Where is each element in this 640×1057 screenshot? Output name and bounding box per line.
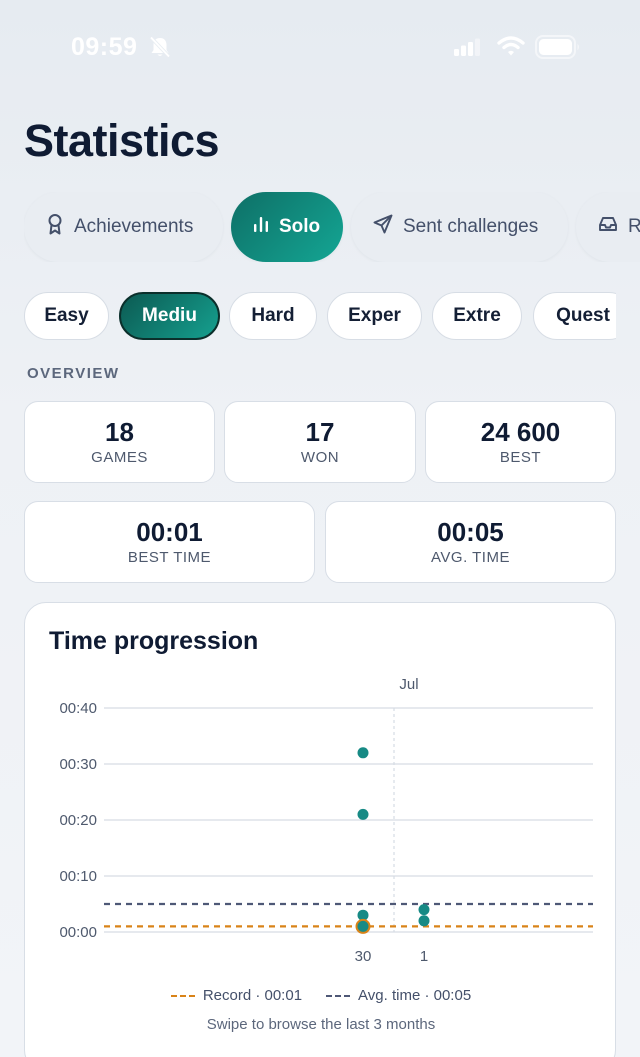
x-tick-label: 30 [355, 948, 372, 965]
data-point [418, 915, 430, 927]
level-extreme[interactable]: Extre [432, 292, 522, 340]
y-tick-label: 00:20 [59, 812, 97, 829]
tab-received[interactable]: Re [576, 192, 640, 262]
level-quest[interactable]: Quest [533, 292, 616, 340]
legend-record: Record · 00:01 [170, 987, 303, 1004]
status-bar: 09:59 [0, 0, 640, 95]
data-point [357, 747, 369, 759]
inbox-icon [598, 215, 618, 239]
legend-avg-label: Avg. time · 00:05 [358, 987, 472, 1004]
tab-solo[interactable]: Solo [231, 192, 343, 262]
level-easy[interactable]: Easy [24, 292, 109, 340]
data-point [418, 904, 430, 916]
month-label: Jul [399, 676, 418, 693]
stats-tabs: Achievements Solo Sent challenges R [24, 192, 640, 262]
stat-value: 00:05 [437, 516, 504, 547]
battery-icon [535, 35, 581, 64]
stat-avg-time: 00:05 AVG. TIME [325, 501, 616, 583]
overview-label: OVERVIEW [27, 365, 120, 382]
data-point [355, 918, 371, 934]
bell-off-icon [148, 36, 172, 63]
y-tick-label: 00:30 [59, 756, 97, 773]
tab-label: Solo [279, 216, 321, 237]
time-progression-card[interactable]: Time progression 00:00 00:10 00:20 00:30 00:… [24, 602, 616, 1057]
tab-label: Sent challenges [403, 216, 539, 237]
chart-legend: Record · 00:01 Avg. time · 00:05 [25, 987, 617, 1004]
signal-icon [454, 38, 480, 61]
stat-value: 24 600 [480, 416, 561, 447]
page-title: Statistics [24, 115, 220, 166]
level-medium[interactable]: Mediu [119, 292, 220, 340]
time-progression-chart[interactable]: 00:00 00:10 00:20 00:30 00:40 Jul 30 1 [25, 603, 617, 983]
tab-label: Achievements [74, 216, 194, 237]
send-icon [373, 214, 393, 240]
legend-record-label: Record · 00:01 [202, 987, 303, 1004]
difficulty-selector: Easy Mediu Hard Exper Extre Quest [24, 292, 616, 340]
tab-label: Re [628, 216, 640, 237]
wifi-icon [497, 35, 525, 62]
stat-label: WON [300, 449, 340, 467]
stat-label: GAMES [91, 449, 148, 467]
record-line-swatch [170, 994, 195, 997]
stat-value: 17 [305, 416, 335, 447]
stat-label: BEST [499, 449, 542, 467]
data-point [357, 808, 369, 820]
x-tick-label: 1 [420, 948, 428, 965]
swipe-hint: Swipe to browse the last 3 months [206, 1016, 436, 1033]
tab-sent-challenges[interactable]: Sent challenges [351, 192, 568, 262]
stat-best-score: 24 600 BEST [425, 401, 616, 483]
stat-value: 00:01 [136, 516, 203, 547]
stat-games: 18 GAMES [24, 401, 215, 483]
y-tick-label: 00:40 [59, 700, 97, 717]
stat-label: AVG. TIME [431, 549, 510, 567]
bar-chart-icon [253, 215, 269, 239]
y-tick-label: 00:10 [59, 868, 97, 885]
level-expert[interactable]: Exper [327, 292, 422, 340]
y-tick-label: 00:00 [59, 924, 97, 941]
legend-avg: Avg. time · 00:05 [326, 987, 471, 1004]
stat-value: 18 [105, 416, 134, 447]
level-hard[interactable]: Hard [229, 292, 317, 340]
tab-achievements[interactable]: Achievements [24, 192, 223, 262]
stat-label: BEST TIME [127, 549, 212, 567]
stat-best-time: 00:01 BEST TIME [24, 501, 315, 583]
avg-line-swatch [326, 994, 351, 997]
status-time: 09:59 [71, 33, 138, 61]
stat-won: 17 WON [224, 401, 416, 483]
ribbon-icon [46, 213, 64, 241]
